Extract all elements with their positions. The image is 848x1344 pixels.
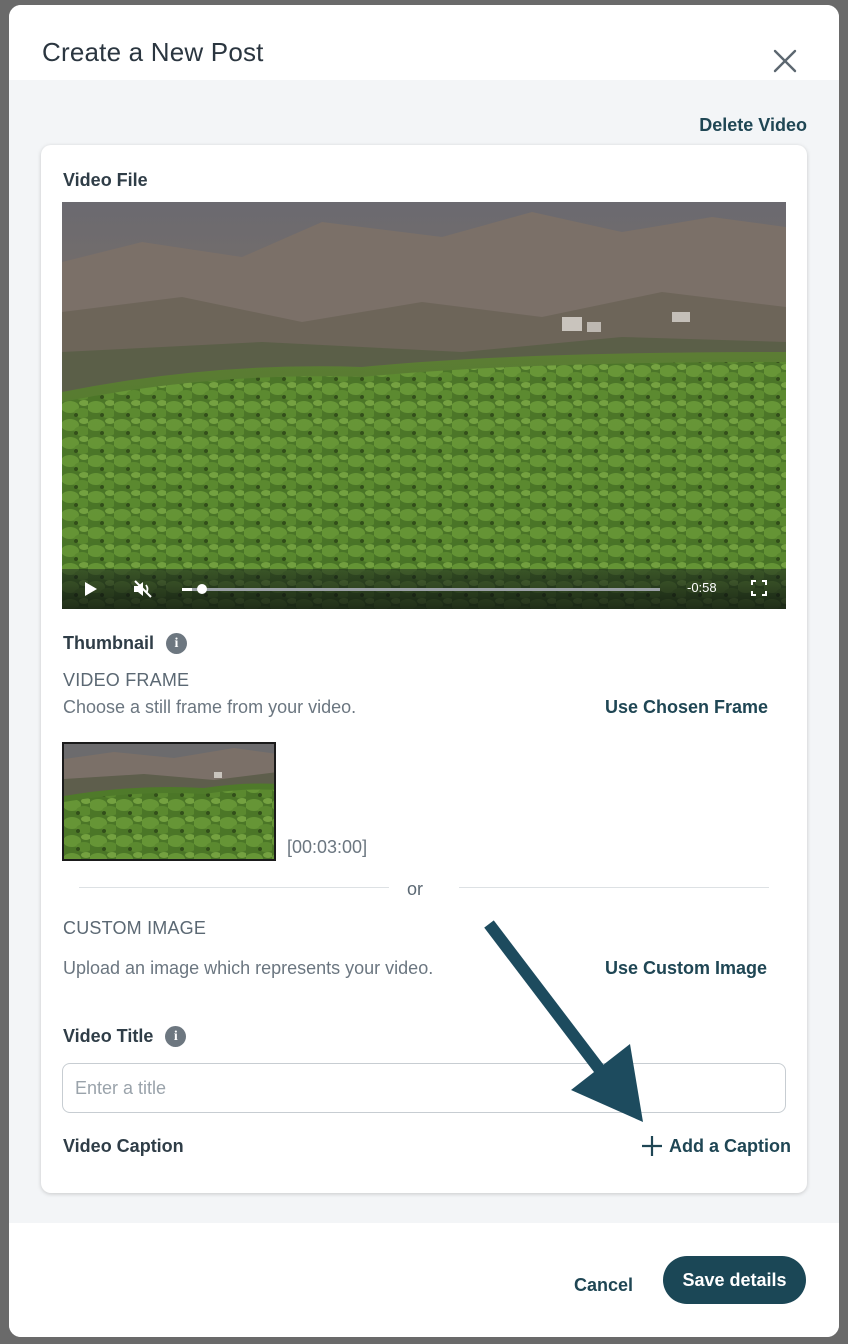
thumbnail-label: Thumbnail [63,633,154,653]
add-caption-button[interactable]: Add a Caption [641,1135,791,1157]
fullscreen-icon[interactable] [750,579,768,602]
info-icon[interactable]: i [166,633,187,654]
chosen-frame-time: [00:03:00] [287,837,368,857]
create-post-modal: Create a New Post Delete Video Video Fil… [9,5,839,1337]
video-frame-image [62,202,786,609]
video-file-label: Video File [63,170,148,190]
divider-left [79,887,389,888]
modal-header: Create a New Post [9,5,839,80]
divider-right [459,887,769,888]
or-separator: or [407,879,424,899]
custom-image-description: Upload an image which represents your vi… [63,958,434,978]
thumbnail-label-row: Thumbnail i [63,633,187,654]
chosen-frame-thumbnail[interactable] [62,742,276,861]
video-title-label-row: Video Title i [63,1026,187,1047]
post-details-card: Video File -0:58 Thumbnail i VIDEO FRAME… [41,145,807,1193]
save-details-button[interactable]: Save details [663,1256,806,1304]
play-icon[interactable] [82,579,100,604]
video-controls: -0:58 [62,569,786,609]
modal-footer: Cancel Save details [9,1223,839,1337]
delete-video-button[interactable]: Delete Video [699,115,807,136]
video-time-remaining: -0:58 [687,580,717,595]
video-caption-label: Video Caption [63,1136,184,1156]
add-caption-label: Add a Caption [669,1135,791,1156]
info-icon[interactable]: i [165,1026,187,1047]
plus-icon [642,1136,662,1156]
video-progress-fill [182,588,192,591]
video-progress-handle[interactable] [196,584,207,594]
modal-title: Create a New Post [42,37,264,67]
use-chosen-frame-button[interactable]: Use Chosen Frame [605,697,768,718]
video-frame-description: Choose a still frame from your video. [63,697,357,717]
cancel-button[interactable]: Cancel [574,1275,633,1296]
custom-image-heading: CUSTOM IMAGE [63,918,207,938]
video-frame-heading: VIDEO FRAME [63,670,190,690]
modal-body: Delete Video Video File -0:58 Thumbnail … [9,80,839,1223]
video-title-input[interactable] [62,1063,786,1113]
use-custom-image-button[interactable]: Use Custom Image [605,958,767,979]
muted-speaker-icon[interactable] [132,579,154,604]
close-icon[interactable] [771,47,799,75]
video-title-label: Video Title [63,1026,154,1046]
video-progress-bar[interactable] [182,584,660,594]
video-player[interactable]: -0:58 [62,202,786,609]
